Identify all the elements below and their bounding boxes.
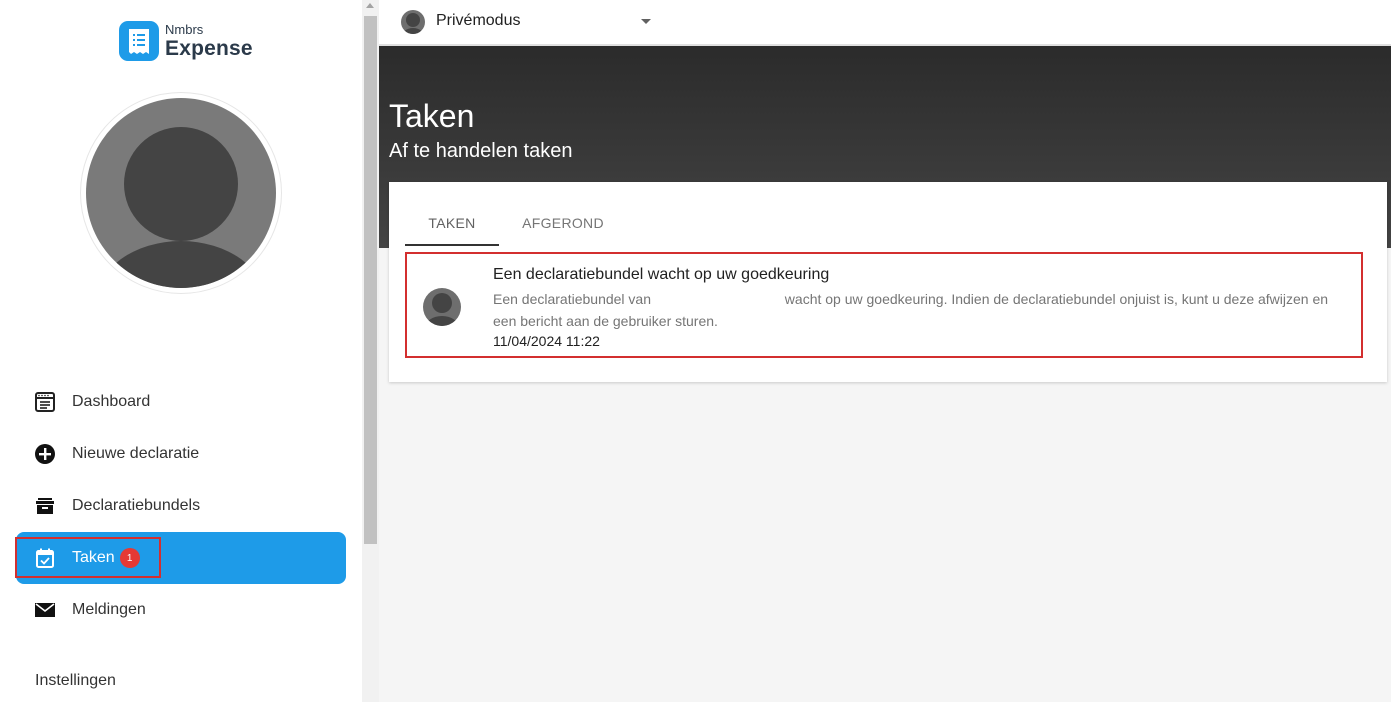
mode-select[interactable]: Privémodus (436, 12, 520, 30)
user-avatar-icon (401, 10, 425, 34)
calendar-check-icon (34, 547, 56, 569)
dropdown-caret-icon[interactable] (641, 19, 651, 24)
mail-icon (34, 599, 56, 621)
sidebar-item-nieuwe-declaratie[interactable]: Nieuwe declaratie (16, 428, 346, 480)
sidebar-item-dashboard[interactable]: Dashboard (16, 376, 346, 428)
sidebar-item-taken[interactable]: Taken 1 (16, 532, 346, 584)
redacted-name (654, 295, 781, 306)
task-desc-start: Een declaratiebundel van (493, 291, 652, 307)
tab-taken[interactable]: TAKEN (405, 215, 499, 257)
app-logo[interactable]: Nmbrs Expense (119, 20, 253, 62)
user-avatar-icon (423, 288, 461, 326)
page-title: Taken (389, 98, 475, 134)
dashboard-icon (34, 391, 56, 413)
receipt-logo-icon (119, 21, 159, 61)
sidebar-item-declaratiebundels[interactable]: Declaratiebundels (16, 480, 346, 532)
tasks-card: TAKEN AFGEROND Een declaratiebundel wach… (389, 182, 1387, 382)
scroll-up-arrow-icon[interactable] (366, 3, 374, 8)
sidebar-item-label: Meldingen (72, 601, 146, 618)
active-tab-indicator (405, 244, 499, 246)
sidebar-item-label: Nieuwe declaratie (72, 445, 200, 462)
tab-afgerond[interactable]: AFGEROND (511, 215, 615, 257)
sidebar-scrollbar[interactable] (362, 0, 379, 702)
page-subtitle: Af te handelen taken (389, 140, 573, 162)
notification-badge: 1 (119, 548, 140, 568)
archive-box-icon (34, 495, 56, 517)
profile-avatar[interactable] (80, 92, 282, 294)
mode-selector-bar: Privémodus (379, 0, 1391, 46)
user-placeholder-icon (86, 98, 276, 288)
task-date: 11/04/2024 11:22 (493, 333, 600, 349)
logo-small-text: Nmbrs (165, 22, 204, 37)
sidebar: Nmbrs Expense Dashboard Nieuwe declarati… (0, 0, 362, 702)
sidebar-item-label: Dashboard (72, 393, 151, 410)
add-circle-icon (34, 443, 56, 465)
task-list-item[interactable]: Een declaratiebundel wacht op uw goedkeu… (405, 252, 1363, 358)
task-description: Een declaratiebundel van wacht op uw goe… (493, 288, 1353, 332)
logo-big-text: Expense (165, 37, 253, 60)
task-title: Een declaratiebundel wacht op uw goedkeu… (493, 266, 830, 283)
sidebar-item-label: Taken (72, 549, 115, 566)
scroll-thumb[interactable] (364, 16, 377, 544)
sidebar-item-label: Declaratiebundels (72, 497, 201, 514)
settings-link[interactable]: Instellingen (35, 672, 116, 690)
sidebar-item-meldingen[interactable]: Meldingen (16, 584, 346, 636)
